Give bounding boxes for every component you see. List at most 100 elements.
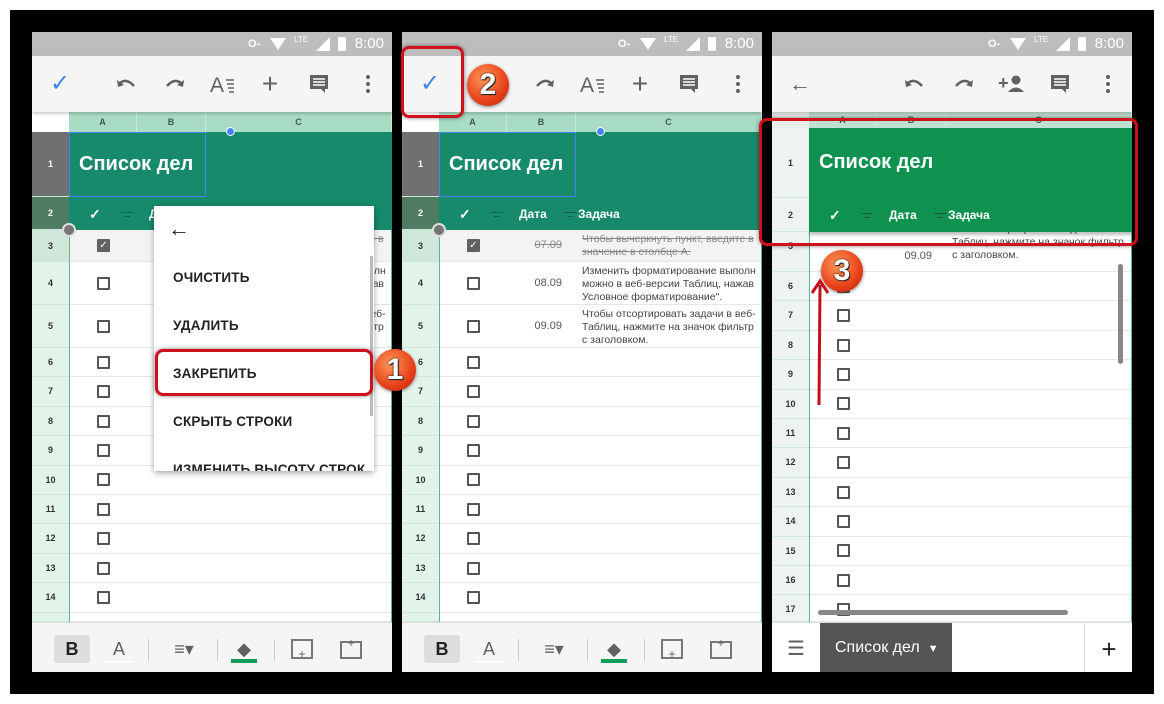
selection-handle[interactable]	[226, 127, 235, 136]
done-check-icon[interactable]: ✓	[48, 72, 72, 96]
task-checkbox[interactable]	[467, 532, 480, 546]
task-checkbox[interactable]	[467, 385, 480, 399]
task-checkbox[interactable]: ✓	[97, 239, 110, 252]
task-checkbox[interactable]	[97, 385, 110, 399]
row-header-9[interactable]: 9	[772, 360, 809, 390]
row-header-5[interactable]: 5	[32, 305, 69, 348]
task-checkbox[interactable]	[97, 561, 110, 575]
filter-icon[interactable]	[121, 211, 133, 220]
row-header-10[interactable]: 10	[772, 389, 809, 419]
task-checkbox[interactable]	[467, 355, 480, 369]
task-checkbox[interactable]	[467, 414, 480, 428]
row-header-4[interactable]: 4	[32, 262, 69, 305]
task-checkbox[interactable]	[837, 426, 850, 440]
task-checkbox[interactable]	[97, 473, 110, 487]
row-header-12[interactable]: 12	[32, 524, 69, 554]
undo-icon[interactable]	[902, 72, 926, 96]
sheet-tab[interactable]: Список дел ▼	[820, 623, 952, 672]
task-checkbox[interactable]	[837, 485, 850, 499]
task-checkbox[interactable]	[837, 514, 850, 528]
task-checkbox[interactable]	[467, 590, 480, 604]
menu-back-arrow-icon[interactable]: ←	[168, 216, 190, 242]
row-header-15[interactable]: 15	[402, 612, 439, 622]
comment-icon[interactable]	[307, 72, 331, 96]
task-checkbox[interactable]	[97, 443, 110, 457]
redo-icon[interactable]	[163, 72, 187, 96]
menu-item-3[interactable]: СКРЫТЬ СТРОКИ	[173, 414, 292, 429]
bold-button[interactable]: B	[424, 635, 460, 663]
task-checkbox[interactable]	[97, 276, 110, 290]
row-header-5[interactable]: 5	[402, 305, 439, 348]
menu-item-0[interactable]: ОЧИСТИТЬ	[173, 270, 250, 285]
row-header-14[interactable]: 14	[772, 507, 809, 537]
insert-column-icon[interactable]: +	[340, 637, 362, 659]
menu-item-4[interactable]: ИЗМЕНИТЬ ВЫСОТУ СТРОК	[173, 462, 365, 471]
task-checkbox[interactable]	[97, 590, 110, 604]
menu-item-1[interactable]: УДАЛИТЬ	[173, 318, 239, 333]
insert-plus-icon[interactable]: +	[628, 70, 652, 98]
row-header-11[interactable]: 11	[402, 495, 439, 525]
row-header-14[interactable]: 14	[32, 583, 69, 613]
redo-icon[interactable]	[952, 72, 976, 96]
row-header-11[interactable]: 11	[772, 419, 809, 449]
row-header-7[interactable]: 7	[772, 301, 809, 331]
align-dropdown-icon[interactable]: ≡▾	[166, 635, 202, 663]
row-header-4[interactable]: 4	[402, 262, 439, 305]
row-header-10[interactable]: 10	[402, 465, 439, 495]
row-header-9[interactable]: 9	[402, 436, 439, 466]
insert-row-icon[interactable]: +	[661, 639, 683, 661]
task-checkbox[interactable]: ✓	[467, 239, 480, 252]
row-header-12[interactable]: 12	[772, 448, 809, 478]
task-checkbox[interactable]	[837, 456, 850, 470]
back-arrow-icon[interactable]: ←	[788, 72, 812, 96]
insert-column-icon[interactable]: +	[710, 637, 732, 659]
row-header-17[interactable]: 17	[772, 595, 809, 622]
row-resize-handle[interactable]	[62, 223, 76, 237]
row-header-16[interactable]: 16	[772, 566, 809, 596]
row-header-10[interactable]: 10	[32, 465, 69, 495]
row-header-15[interactable]: 15	[32, 612, 69, 622]
comment-icon[interactable]	[677, 72, 701, 96]
task-checkbox[interactable]	[467, 502, 480, 516]
redo-icon[interactable]	[533, 72, 557, 96]
task-checkbox[interactable]	[97, 532, 110, 546]
filter-icon[interactable]	[564, 211, 576, 220]
fill-color-icon[interactable]: ◆	[601, 635, 627, 663]
share-add-person-icon[interactable]: +	[998, 72, 1024, 96]
task-checkbox[interactable]	[97, 414, 110, 428]
all-sheets-menu-icon[interactable]: ☰	[784, 635, 808, 663]
row-header-8[interactable]: 8	[32, 406, 69, 437]
column-header-B[interactable]: B	[507, 112, 576, 132]
task-checkbox[interactable]	[837, 544, 850, 558]
task-checkbox[interactable]	[467, 561, 480, 575]
spreadsheet-grid[interactable]: ABC3✓07.09Чтобы вычеркнуть пункт, введит…	[402, 112, 762, 622]
bold-button[interactable]: B	[54, 635, 90, 663]
column-header-B[interactable]: B	[137, 112, 206, 132]
row-header-6[interactable]: 6	[32, 348, 69, 378]
row-header-13[interactable]: 13	[772, 477, 809, 508]
task-checkbox[interactable]	[467, 473, 480, 487]
insert-plus-icon[interactable]: +	[258, 70, 282, 98]
fill-color-icon[interactable]: ◆	[231, 635, 257, 663]
insert-row-icon[interactable]: +	[291, 639, 313, 661]
row-header-15[interactable]: 15	[772, 536, 809, 566]
row-header-7[interactable]: 7	[32, 377, 69, 407]
more-vert-icon[interactable]	[726, 72, 750, 96]
row-header-11[interactable]: 11	[32, 495, 69, 525]
task-checkbox[interactable]	[837, 397, 850, 411]
undo-icon[interactable]	[114, 72, 138, 96]
comment-icon[interactable]	[1048, 72, 1072, 96]
task-checkbox[interactable]	[97, 355, 110, 369]
add-sheet-button[interactable]: +	[1096, 635, 1122, 663]
row-header-14[interactable]: 14	[402, 583, 439, 613]
column-header-A[interactable]: A	[69, 112, 137, 132]
task-checkbox[interactable]	[467, 276, 480, 290]
more-vert-icon[interactable]	[356, 72, 380, 96]
horizontal-scrollbar[interactable]	[818, 610, 1068, 615]
row-header-1[interactable]: 1	[402, 132, 439, 197]
task-checkbox[interactable]	[837, 309, 850, 323]
task-checkbox[interactable]	[467, 319, 480, 333]
task-checkbox[interactable]	[837, 338, 850, 352]
filter-icon[interactable]	[491, 211, 503, 220]
row-header-13[interactable]: 13	[402, 553, 439, 584]
